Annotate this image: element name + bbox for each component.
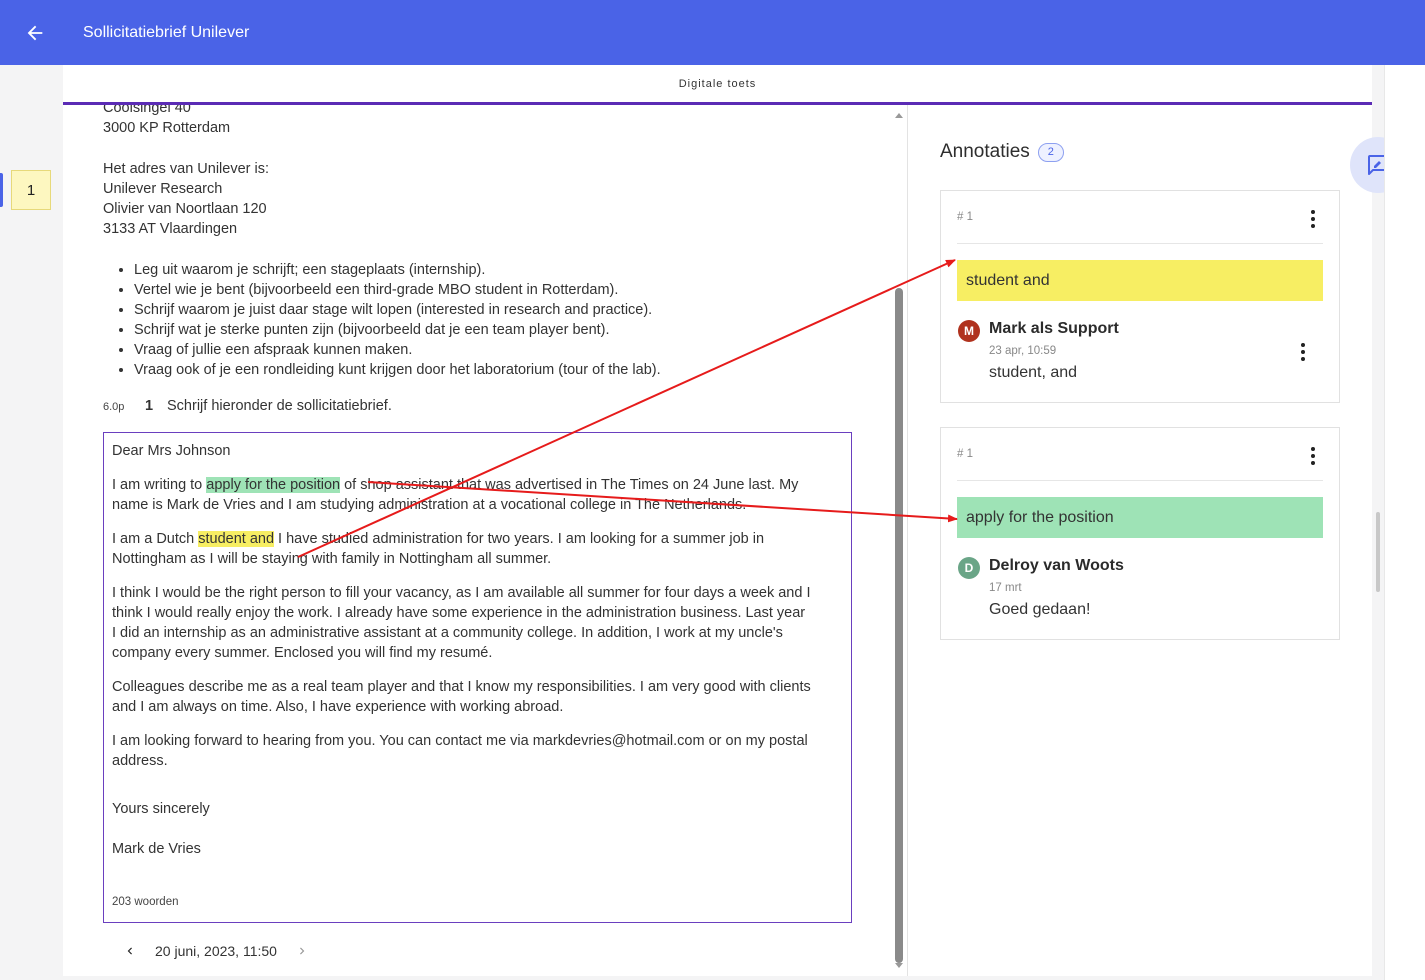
question-tab-1[interactable]: 1 — [11, 170, 51, 210]
address-line: 3133 AT Vlaardingen — [103, 221, 238, 237]
tab-digitale-toets[interactable]: Digitale toets — [63, 65, 1372, 105]
list-item: Vraag of jullie een afspraak kunnen make… — [134, 340, 661, 360]
back-button[interactable] — [0, 0, 70, 65]
annotation-comment: student, and — [989, 364, 1078, 381]
answer-paragraph: Colleagues describe me as a real team pl… — [112, 679, 811, 715]
annotation-author: Delroy van Woots — [989, 557, 1124, 574]
version-date: 20 juni, 2023, 11:50 — [155, 943, 277, 959]
question-points: 6.0p — [103, 401, 125, 413]
answer-paragraph: I am a Dutch student and I have studied … — [112, 529, 812, 569]
annotations-count-badge: 2 — [1037, 142, 1064, 162]
answer-box[interactable]: Dear Mrs Johnson I am writing to apply f… — [103, 432, 852, 923]
chevron-left-icon[interactable] — [121, 942, 139, 960]
version-navigator: 20 juni, 2023, 11:50 — [121, 941, 311, 961]
word-count: 203 woorden — [112, 896, 179, 908]
question-number: 1 — [145, 398, 154, 414]
annotation-author: Mark als Support — [989, 320, 1119, 337]
annotation-comment: Goed gedaan! — [989, 601, 1091, 618]
document-scrollbar[interactable] — [892, 105, 908, 976]
annotation-timestamp: 23 apr, 10:59 — [989, 345, 1057, 357]
answer-paragraph: I think I would be the right person to f… — [112, 585, 811, 661]
question-text: Schrijf hieronder de sollicitatiebrief. — [167, 398, 392, 414]
address-line: Coolsingel 40 — [103, 105, 191, 116]
instruction-list: Leg uit waarom je schrijft; een stagepla… — [134, 260, 661, 380]
annotation-card: # 1 student and M Mark als Support 23 ap… — [940, 190, 1340, 403]
active-question-indicator — [0, 173, 3, 207]
annotations-title: Annotaties — [940, 141, 1030, 162]
annotation-card-header: # 1 — [957, 428, 1323, 481]
list-item: Schrijf wat je sterke punten zijn (bijvo… — [134, 320, 661, 340]
address-intro: Het adres van Unilever is: — [103, 161, 270, 177]
annotation-quote: student and — [957, 260, 1323, 301]
document-view: Coolsingel 40 3000 KP Rotterdam Het adre… — [103, 105, 893, 976]
answer-closing: Yours sincerely — [112, 801, 210, 817]
list-item: Leg uit waarom je schrijft; een stagepla… — [134, 260, 661, 280]
list-item: Schrijf waarom je juist daar stage wilt … — [134, 300, 661, 320]
comment-options-icon[interactable] — [1293, 340, 1313, 364]
annotation-card: # 1 apply for the position D Delroy van … — [940, 427, 1340, 640]
scroll-down-icon[interactable] — [895, 963, 903, 968]
answer-signature: Mark de Vries — [112, 841, 201, 857]
column-divider — [907, 105, 908, 976]
annotation-number: # 1 — [957, 448, 973, 460]
more-options-icon[interactable] — [1303, 444, 1323, 468]
address-unilever: Het adres van Unilever is: Unilever Rese… — [103, 159, 269, 239]
more-options-icon[interactable] — [1303, 207, 1323, 231]
avatar: D — [958, 557, 980, 579]
answer-text: I am writing to — [112, 477, 207, 493]
avatar: M — [958, 320, 980, 342]
answer-paragraph: I am writing to apply for the position o… — [112, 475, 812, 515]
answer-text: I am a Dutch — [112, 531, 199, 547]
list-item: Vraag ook of je een rondleiding kunt kri… — [134, 360, 661, 380]
highlight-student-and[interactable]: student and — [198, 531, 275, 547]
scrollbar-thumb[interactable] — [895, 288, 903, 963]
arrow-left-icon — [27, 25, 43, 40]
highlight-apply-for-the-position[interactable]: apply for the position — [206, 477, 341, 493]
annotation-number: # 1 — [957, 211, 973, 223]
question-sidebar: 1 — [0, 65, 63, 980]
main-panel: Digitale toets Coolsingel 40 3000 KP Rot… — [63, 65, 1372, 976]
scroll-up-icon[interactable] — [895, 113, 903, 118]
address-line: Olivier van Noortlaan 120 — [103, 201, 267, 217]
annotation-card-header: # 1 — [957, 191, 1323, 244]
address-line: Unilever Research — [103, 181, 223, 197]
list-item: Vertel wie je bent (bijvoorbeeld een thi… — [134, 280, 661, 300]
address-line: 3000 KP Rotterdam — [103, 120, 231, 136]
answer-paragraph: I am looking forward to hearing from you… — [112, 733, 808, 769]
annotation-timestamp: 17 mrt — [989, 582, 1022, 594]
right-side-panel — [1384, 65, 1425, 980]
app-bar: Sollicitatiebrief Unilever — [0, 0, 1425, 65]
annotations-header: Annotaties 2 — [940, 141, 1064, 163]
question-row: 6.0p 1 Schrijf hieronder de sollicitatie… — [103, 396, 392, 417]
address-sender: Coolsingel 40 3000 KP Rotterdam — [103, 105, 230, 138]
annotation-quote: apply for the position — [957, 497, 1323, 538]
app-title: Sollicitatiebrief Unilever — [83, 23, 250, 41]
answer-salutation: Dear Mrs Johnson — [112, 443, 231, 459]
right-scrollbar-thumb[interactable] — [1376, 512, 1380, 592]
chevron-right-icon[interactable] — [293, 942, 311, 960]
